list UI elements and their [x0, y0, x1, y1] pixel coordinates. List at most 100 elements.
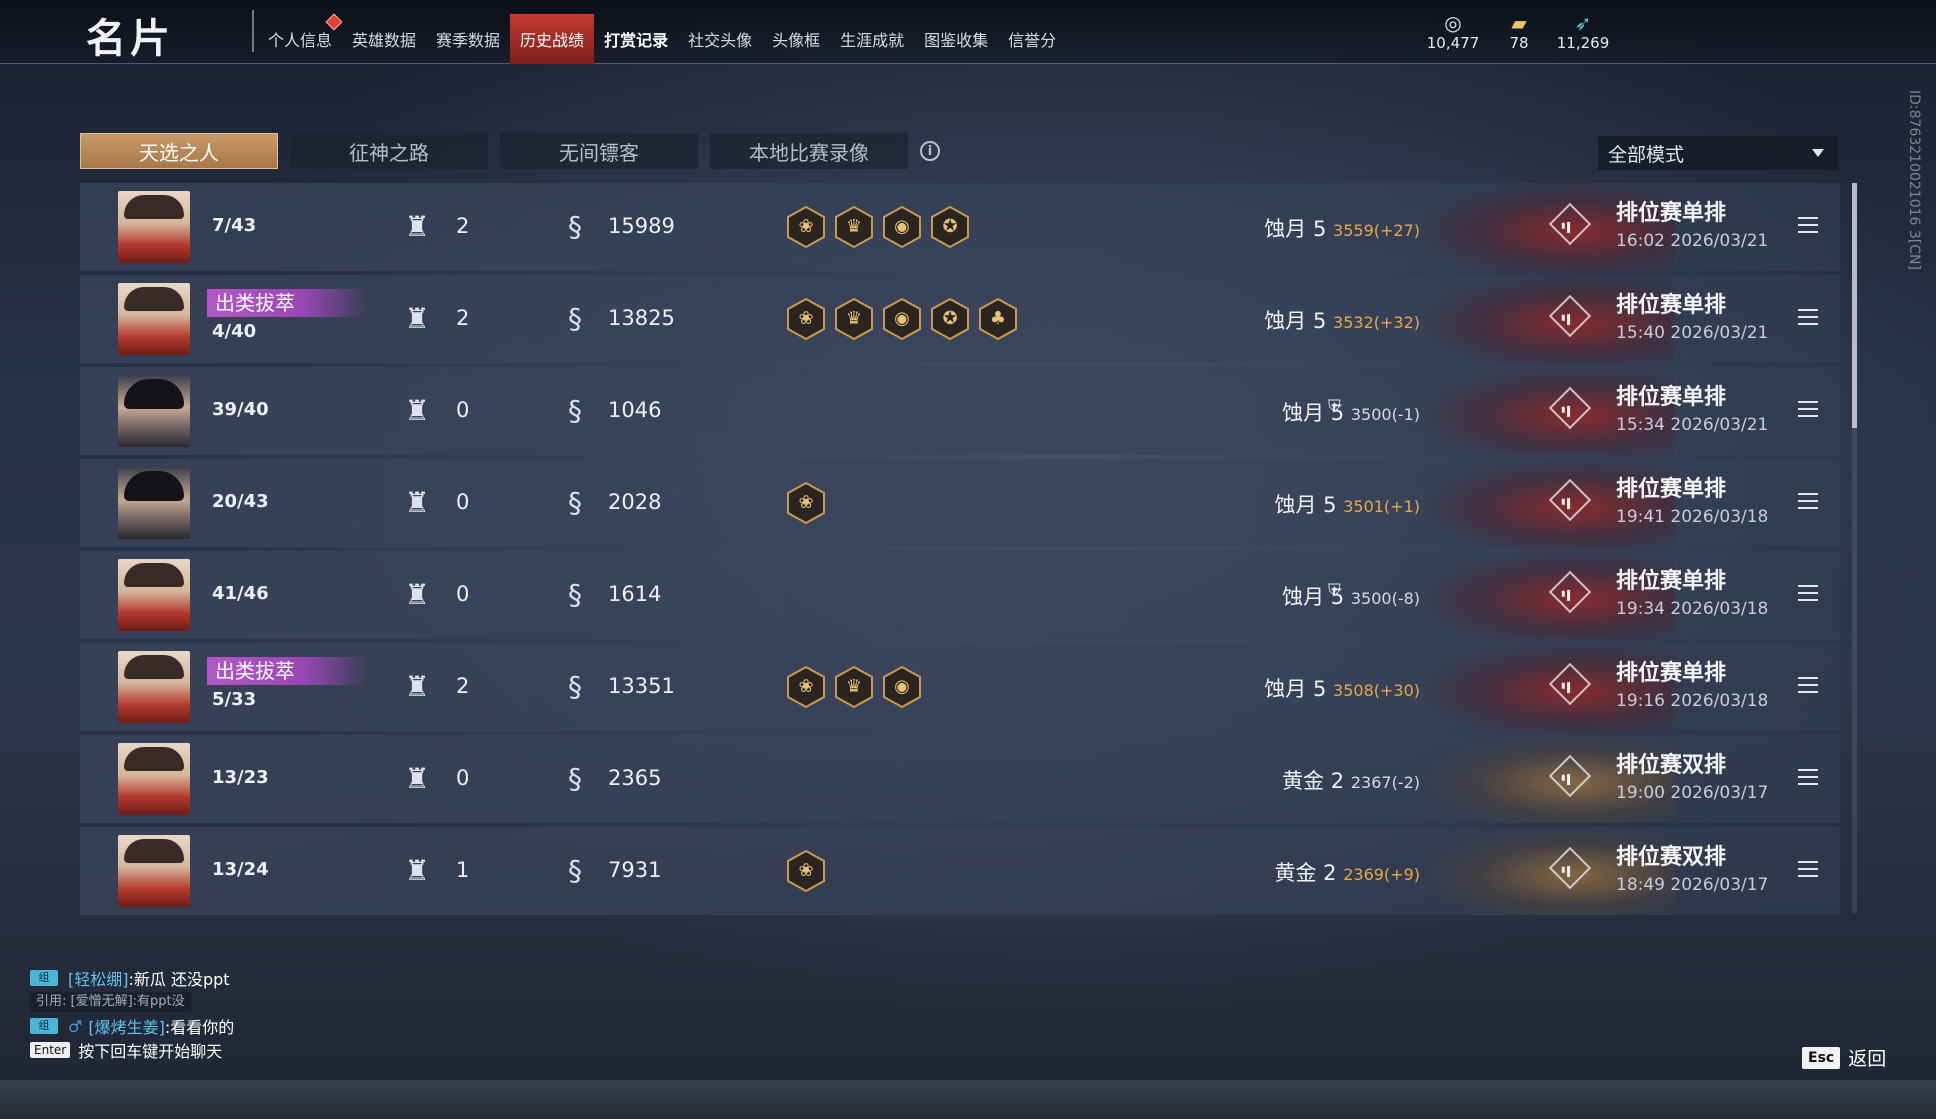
medal-icon[interactable]: ♛: [834, 665, 874, 709]
mode-filter-value: 全部模式: [1608, 143, 1685, 166]
match-row[interactable]: 7/43 ♜ 2 § 15989 ❀ ♛ ◉ ✪ 蚀月 5 3559(+27) 排位赛单排 16:02…: [80, 183, 1840, 271]
match-time: 19:00 2026/03/17: [1616, 783, 1769, 803]
nav-tab[interactable]: 生涯成就: [830, 14, 914, 64]
detail-list-icon[interactable]: [1798, 769, 1818, 785]
rank-tier: 蚀月 5 3508(+30): [1264, 673, 1420, 703]
avatar-hat: [124, 747, 184, 771]
mode-tab[interactable]: 天选之人: [80, 133, 278, 169]
trophy-icon: ♜: [404, 210, 430, 243]
currency-value: 11,269: [1556, 34, 1610, 52]
scrollbar-thumb[interactable]: [1852, 183, 1857, 428]
match-row[interactable]: 出类拔萃 4/40 ♜ 2 § 13825 ❀ ♛ ◉ ✪ ♣ 蚀月 5 3532(+32) 排位赛单排…: [80, 275, 1840, 363]
rank-tier-name: 蚀月 5: [1274, 493, 1337, 517]
medal-icon[interactable]: ♣: [978, 297, 1018, 341]
medal-list: ❀ ♛ ◉: [786, 665, 930, 709]
chart-bar-icon: [1567, 682, 1571, 694]
chevron-down-icon: [1812, 149, 1824, 157]
nav-tab[interactable]: 社交头像: [678, 14, 762, 64]
match-row[interactable]: 13/23 ♜ 0 § 2365 黄金 2 2367(-2) 排位赛双排 19:00 2026…: [80, 735, 1840, 823]
match-row[interactable]: 出类拔萃 5/33 ♜ 2 § 13351 ❀ ♛ ◉ 蚀月 5 3508(+30) 排位赛单排 19…: [80, 643, 1840, 731]
medal-icon[interactable]: ❀: [786, 205, 826, 249]
chat-quote-line: 引用: [爱憎无解]:有ppt没: [30, 990, 234, 1014]
honor-badge: 出类拔萃: [207, 657, 367, 685]
detail-list-icon[interactable]: [1798, 585, 1818, 601]
hero-avatar: [118, 835, 190, 907]
match-row[interactable]: 13/24 ♜ 1 § 7931 ❀ 黄金 2 2369(+9) 排位赛双排 18:49 202…: [80, 827, 1840, 915]
rank-tier: 蚀月 5 3532(+32): [1264, 305, 1420, 335]
chat-input-hint[interactable]: Enter 按下回车键开始聊天: [30, 1038, 234, 1062]
feather-icon: ➶: [1574, 11, 1592, 35]
match-type: 排位赛单排: [1616, 385, 1727, 410]
score-value: 2365: [608, 766, 662, 790]
avatar-hat: [124, 471, 184, 501]
chat-sender[interactable]: [爆烤生姜]: [88, 1014, 165, 1038]
nav-tab[interactable]: 打赏记录: [594, 14, 678, 64]
rank-score: 3500(-1): [1350, 405, 1420, 424]
match-row[interactable]: 20/43 ♜ 0 § 2028 ❀ 蚀月 5 3501(+1) 排位赛单排 19:41 202…: [80, 459, 1840, 547]
medal-icon[interactable]: ❀: [786, 665, 826, 709]
nav-tab[interactable]: 头像框: [762, 14, 830, 64]
kda-text: 41/46: [212, 583, 269, 604]
medal-icon[interactable]: ◉: [882, 665, 922, 709]
chat-sender[interactable]: [轻松绷]: [68, 966, 129, 990]
medal-icon[interactable]: ♛: [834, 297, 874, 341]
detail-list-icon[interactable]: [1798, 861, 1818, 877]
kda-text: 13/23: [212, 767, 269, 788]
detail-list-icon[interactable]: [1798, 309, 1818, 325]
nav-tab[interactable]: 英雄数据: [342, 14, 426, 64]
detail-list-icon[interactable]: [1798, 401, 1818, 417]
match-type: 排位赛单排: [1616, 293, 1727, 318]
back-label: 返回: [1848, 1048, 1887, 1070]
rank-tier-name: 蚀月 5: [1264, 217, 1327, 241]
back-button[interactable]: Esc 返回: [1802, 1044, 1886, 1071]
chat-hint-text: 按下回车键开始聊天: [78, 1042, 223, 1061]
mode-tab[interactable]: 征神之路: [290, 133, 488, 169]
male-icon: ♂: [68, 1016, 83, 1036]
match-row[interactable]: 39/40 ♜ 0 § 1046 ⛨ 蚀月 5 3500(-1) 排位赛单排 15:34 202…: [80, 367, 1840, 455]
coin-stack-icon: ◎: [1444, 11, 1462, 35]
trophy-icon: ♜: [404, 854, 430, 887]
mode-tab[interactable]: 无间镖客: [500, 133, 698, 169]
nav-tab[interactable]: 个人信息: [258, 13, 343, 64]
medal-icon[interactable]: ❀: [786, 849, 826, 893]
chart-bar-icon: [1561, 314, 1565, 321]
medal-icon[interactable]: ❀: [786, 297, 826, 341]
detail-list-icon[interactable]: [1798, 493, 1818, 509]
rank-score: 3559(+27): [1333, 221, 1420, 240]
chat-panel: 组 [轻松绷] :新瓜 还没ppt 引用: [爱憎无解]:有ppt没 组 ♂ […: [30, 966, 234, 1062]
background-scenery: [0, 1080, 1936, 1119]
medal-icon[interactable]: ❀: [786, 481, 826, 525]
currency-tickets: ▰ 78: [1484, 12, 1554, 52]
medal-icon[interactable]: ✪: [930, 205, 970, 249]
medal-icon[interactable]: ✪: [930, 297, 970, 341]
hero-avatar: [118, 743, 190, 815]
hero-avatar: [118, 651, 190, 723]
nav-tab[interactable]: 图鉴收集: [914, 14, 998, 64]
mode-filter-dropdown[interactable]: 全部模式: [1598, 136, 1838, 170]
info-icon[interactable]: i: [920, 141, 940, 161]
mode-tab[interactable]: 本地比赛录像: [710, 133, 908, 169]
avatar-hat: [124, 655, 184, 679]
detail-list-icon[interactable]: [1798, 217, 1818, 233]
hero-avatar: [118, 559, 190, 631]
rank-tier-name: 蚀月 5: [1264, 677, 1327, 701]
nav-tab[interactable]: 赛季数据: [426, 14, 510, 64]
kills-value: 2: [456, 214, 470, 238]
rank-score: 3501(+1): [1343, 497, 1420, 516]
medal-icon[interactable]: ◉: [882, 205, 922, 249]
detail-list-icon[interactable]: [1798, 677, 1818, 693]
nav-tab-label: 社交头像: [688, 31, 753, 50]
rank-tier-name: 蚀月 5: [1282, 401, 1345, 425]
score-icon: §: [568, 302, 582, 335]
kda-text: 4/40: [212, 321, 257, 342]
nav-tab[interactable]: 历史战绩: [510, 14, 595, 64]
team-tag-icon: 组: [30, 1018, 58, 1034]
match-row[interactable]: 41/46 ♜ 0 § 1614 ⛨ 蚀月 5 3500(-8) 排位赛单排 19:34 202…: [80, 551, 1840, 639]
score-value: 13351: [608, 674, 675, 698]
nav-tab[interactable]: 信誉分: [998, 14, 1066, 64]
rank-score: 3508(+30): [1333, 681, 1420, 700]
medal-list: ❀: [786, 849, 834, 893]
score-value: 13825: [608, 306, 675, 330]
medal-icon[interactable]: ♛: [834, 205, 874, 249]
medal-icon[interactable]: ◉: [882, 297, 922, 341]
